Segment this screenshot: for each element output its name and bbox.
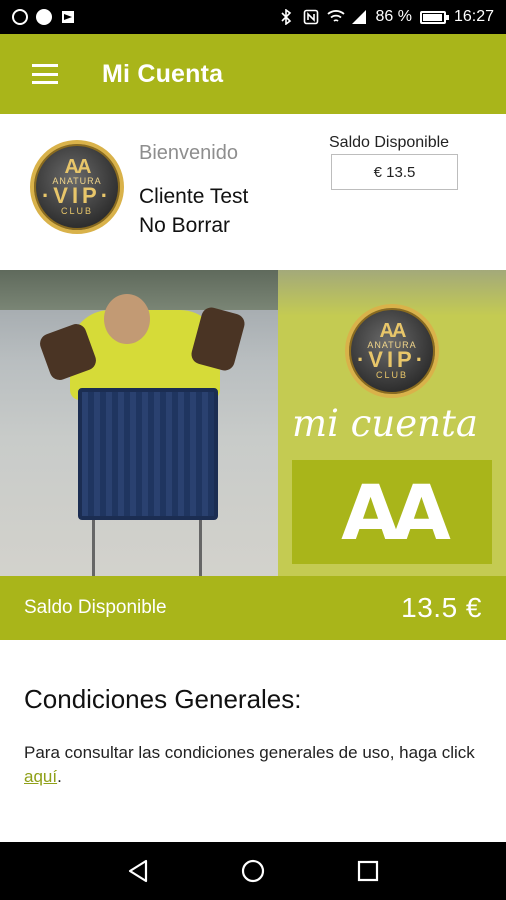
page-title: Mi Cuenta bbox=[102, 59, 224, 88]
client-name: Cliente Test No Borrar bbox=[139, 182, 248, 240]
banner-photo bbox=[0, 270, 278, 576]
conditions-section: Condiciones Generales: Para consultar la… bbox=[24, 684, 484, 789]
promo-banner: AA ANATURA ·VIP· CLUB mi cuenta AA bbox=[0, 270, 506, 576]
banner-vip-logo-club: CLUB bbox=[375, 370, 408, 380]
banner-vip-logo-aa: AA bbox=[379, 320, 407, 342]
pinterest-icon bbox=[36, 9, 52, 25]
status-bar: 86 % 16:27 bbox=[0, 0, 506, 34]
system-nav-bar bbox=[0, 842, 506, 900]
conditions-text-end: . bbox=[57, 767, 62, 786]
balance-strip: Saldo Disponible 13.5 € bbox=[0, 576, 506, 640]
app-notification-icon bbox=[60, 9, 76, 25]
balance-value-box: € 13.5 bbox=[331, 154, 458, 190]
banner-vip-logo-vip: ·VIP· bbox=[356, 347, 428, 372]
signal-icon bbox=[351, 9, 367, 25]
recents-icon[interactable] bbox=[354, 857, 382, 885]
conditions-text-body: Para consultar las condiciones generales… bbox=[24, 743, 475, 762]
hamburger-menu-icon[interactable] bbox=[32, 64, 58, 84]
battery-percent: 86 % bbox=[375, 8, 412, 25]
vip-club-logo: AA ANATURA ·VIP· CLUB bbox=[30, 140, 124, 234]
balance-label: Saldo Disponible bbox=[329, 134, 450, 151]
welcome-text: Bienvenido bbox=[139, 142, 238, 164]
battery-icon bbox=[419, 10, 449, 24]
conditions-title: Condiciones Generales: bbox=[24, 684, 302, 714]
app-bar: Mi Cuenta bbox=[0, 34, 506, 114]
vip-logo-club: CLUB bbox=[60, 206, 93, 216]
balance-strip-label: Saldo Disponible bbox=[24, 597, 167, 618]
banner-aa-logo: AA bbox=[341, 467, 451, 557]
conditions-link[interactable]: aquí bbox=[24, 767, 57, 786]
banner-vip-logo: AA ANATURA ·VIP· CLUB bbox=[345, 304, 439, 398]
back-icon[interactable] bbox=[124, 857, 152, 885]
wifi-icon bbox=[327, 9, 346, 25]
account-header: AA ANATURA ·VIP· CLUB Bienvenido Cliente… bbox=[0, 114, 506, 270]
nfc-icon bbox=[303, 9, 319, 25]
balance-strip-amount: 13.5 € bbox=[401, 592, 482, 623]
notification-circle-icon bbox=[12, 9, 28, 25]
clock: 16:27 bbox=[453, 8, 494, 25]
bluetooth-icon bbox=[279, 8, 295, 26]
client-name-line1: Cliente Test bbox=[139, 185, 249, 208]
banner-brand-panel: AA ANATURA ·VIP· CLUB mi cuenta AA bbox=[278, 270, 506, 576]
vip-logo-aa: AA bbox=[64, 156, 92, 178]
vip-logo-vip: ·VIP· bbox=[41, 183, 113, 208]
banner-script-text: mi cuenta bbox=[292, 402, 478, 445]
home-icon[interactable] bbox=[239, 857, 267, 885]
conditions-text: Para consultar las condiciones generales… bbox=[24, 741, 484, 789]
client-name-line2: No Borrar bbox=[139, 214, 231, 237]
